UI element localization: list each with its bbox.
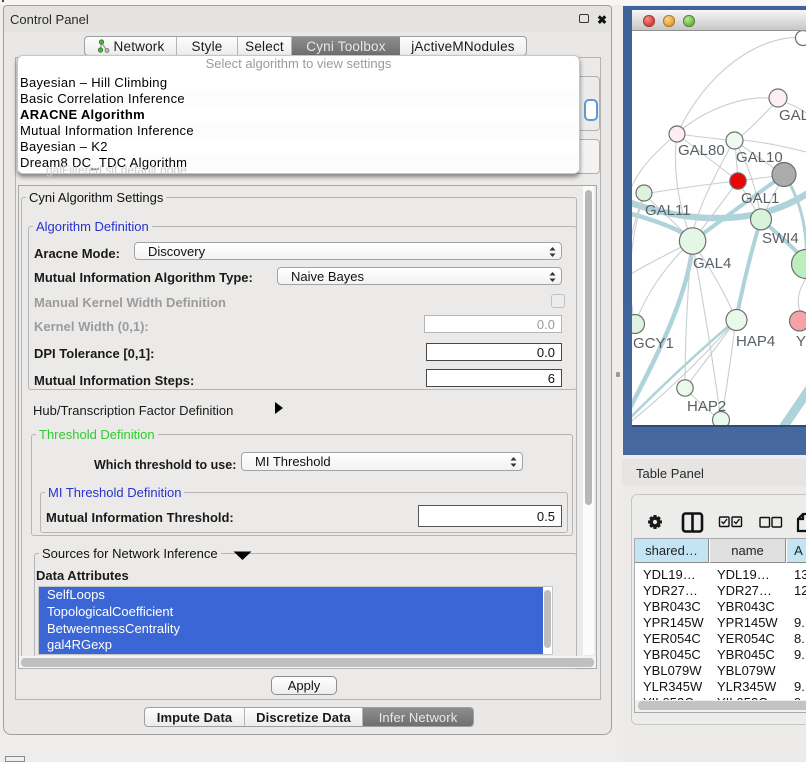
svg-text:GAL11: GAL11	[645, 202, 691, 219]
svg-text:GAL4: GAL4	[693, 255, 731, 272]
svg-text:GAL80: GAL80	[678, 142, 725, 159]
svg-text:SWI4: SWI4	[762, 230, 799, 247]
svg-text:GAL10: GAL10	[736, 149, 783, 166]
svg-text:HAP4: HAP4	[736, 333, 775, 350]
svg-text:HAP2: HAP2	[687, 398, 726, 415]
svg-text:GAL1: GAL1	[741, 190, 779, 207]
svg-text:GAL7: GAL7	[779, 107, 806, 124]
svg-text:GCY1: GCY1	[633, 335, 674, 352]
svg-text:Y: Y	[796, 333, 806, 350]
